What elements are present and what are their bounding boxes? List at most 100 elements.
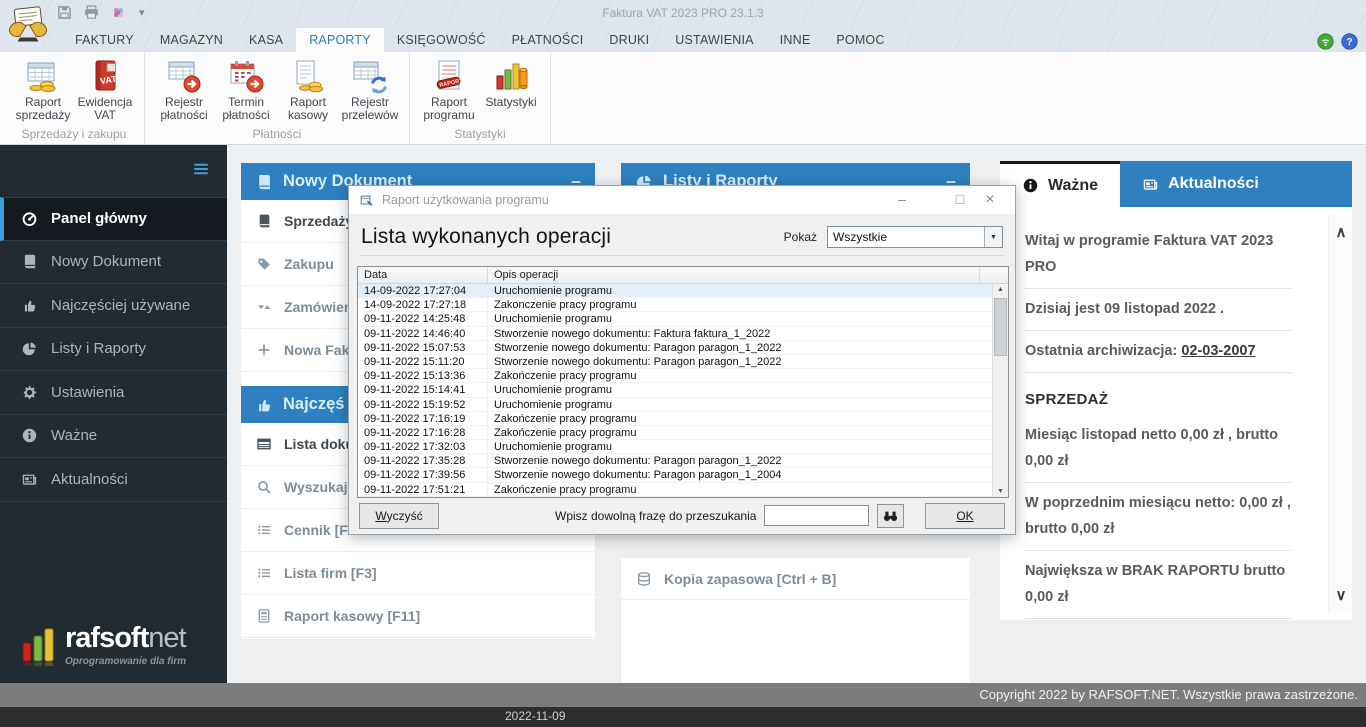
show-label: Pokaż [784,230,817,244]
ribbon-rejestr-przelewow[interactable]: Rejestr przelewów [339,56,401,126]
tab-faktury[interactable]: FAKTURY [62,28,147,52]
tab-kasa[interactable]: KASA [236,28,296,52]
scroll-up-icon[interactable]: ▲ [993,286,1008,293]
book-icon [255,173,273,191]
sidebar-item-wazne[interactable]: Ważne [0,415,227,459]
list-icon [256,522,272,538]
ribbon-statystyki[interactable]: Statystyki [480,56,542,126]
calendar-arrow-icon [227,58,265,94]
table-row[interactable]: 09-11-2022 15:07:53Stworzenie nowego dok… [358,341,992,355]
ribbon-termin-platnosci[interactable]: Termin płatności [215,56,277,126]
dropdown-arrow-icon[interactable]: ▼ [984,227,1002,247]
sidebar-item-nowy-dokument[interactable]: Nowy Dokument [0,241,227,285]
scroll-down-icon[interactable]: ∨ [1329,586,1352,604]
dialog-title: Raport użytkowania programu [382,193,549,207]
table-row[interactable]: 09-11-2022 15:14:41Uruchomienie programu [358,383,992,397]
app-logo-icon[interactable] [6,2,50,46]
dialog-raport-uzytkowania: Raport użytkowania programu – □ × Lista … [348,185,1016,535]
dialog-close-button[interactable]: × [975,191,1005,209]
tab-druki[interactable]: DRUKI [596,28,662,52]
welcome-message: Witaj w programie Faktura VAT 2023 PRO [1025,221,1292,289]
dialog-title-bar[interactable]: Raport użytkowania programu – □ × [349,186,1015,214]
sidebar-item-panel-glowny[interactable]: Panel główny [0,197,227,241]
bar-chart-icon [492,58,530,94]
tab-ustawienia[interactable]: USTAWIENIA [662,28,766,52]
sidebar-item-najczesciej-uzywane[interactable]: Najczęściej używane [0,284,227,328]
ribbon-raport-programu[interactable]: Raport programu [418,56,480,126]
ribbon-rejestr-platnosci[interactable]: Rejestr płatności [153,56,215,126]
table-row[interactable]: 09-11-2022 14:25:48Uruchomienie programu [358,312,992,326]
ribbon-group-label: Płatności [153,126,401,144]
table-row[interactable]: 09-11-2022 15:19:52Uruchomienie programu [358,398,992,412]
search-input[interactable] [764,505,869,526]
application-window: ▾ Faktura VAT 2023 PRO 23.1.3 FAKTURY MA… [0,0,1366,727]
panel-item-lista-firm[interactable]: Lista firm [F3] [241,552,595,595]
info-panel-scrollbar[interactable]: ∧ ∨ [1328,215,1352,612]
book-icon [21,253,38,270]
table-row[interactable]: 09-11-2022 17:51:21Zakończenie pracy pro… [358,483,992,497]
info-panel-tabs: Ważne Aktualności [1000,161,1352,207]
table-row[interactable]: 14-09-2022 17:27:18Zakonczenie pracy pro… [358,298,992,312]
sidebar-item-listy-i-raporty[interactable]: Listy i Raporty [0,328,227,372]
tab-ksiegowosc[interactable]: KSIĘGOWOŚĆ [384,28,499,52]
dialog-maximize-button[interactable]: □ [945,191,975,209]
info-panel-body: Witaj w programie Faktura VAT 2023 PRO D… [1000,207,1352,620]
show-filter-dropdown[interactable]: Wszystkie ▼ [827,226,1003,248]
dialog-minimize-button[interactable]: – [887,191,917,209]
vat-book-icon [86,58,124,94]
table-row[interactable]: 09-11-2022 17:39:56Stworzenie nowego dok… [358,468,992,482]
tab-inne[interactable]: INNE [767,28,824,52]
archive-date-link[interactable]: 02-03-2007 [1181,343,1255,359]
logo-bars-icon [22,627,56,667]
scrollbar-thumb[interactable] [994,298,1007,356]
online-status-icon[interactable] [1317,33,1334,50]
sidebar-item-aktualnosci[interactable]: Aktualności [0,458,227,502]
ribbon-raport-kasowy[interactable]: Raport kasowy [277,56,339,126]
tab-pomoc[interactable]: POMOC [823,28,897,52]
ribbon-group-label: Statystyki [418,126,542,144]
help-icon[interactable] [1341,33,1358,50]
table-row[interactable]: 09-11-2022 15:13:36Zakończenie pracy pro… [358,369,992,383]
table-scrollbar[interactable]: ▲ ▼ [992,284,1008,497]
table-row[interactable]: 09-11-2022 14:46:40Stworzenie nowego dok… [358,327,992,341]
scroll-down-icon[interactable]: ▼ [993,488,1008,495]
ribbon-ewidencja-vat[interactable]: Ewidencja VAT [74,56,136,126]
menu-tab-bar: FAKTURY MAGAZYN KASA RAPORTY KSIĘGOWOŚĆ … [0,28,1366,52]
pie-chart-icon [21,340,38,357]
report-document-icon [430,58,468,94]
table-row[interactable]: 09-11-2022 17:16:19Zakończenie pracy pro… [358,412,992,426]
panel-item-raport-kasowy[interactable]: Raport kasowy [F11] [241,595,595,638]
sort-arrows-icon [256,299,272,315]
table-refresh-icon [351,58,389,94]
panel-item-kopia-zapasowa[interactable]: Kopia zapasowa [Ctrl + B] [621,557,970,600]
ribbon-group-sprzedazy: Raport sprzedaży Ewidencja VAT Sprzedaży… [0,52,145,144]
tab-wazne[interactable]: Ważne [1000,161,1120,207]
column-header-blank [980,267,1008,283]
scroll-up-icon[interactable]: ∧ [1329,223,1352,241]
dialog-document-icon [359,193,374,208]
find-button[interactable] [877,504,904,528]
sidebar-item-ustawienia[interactable]: Ustawienia [0,371,227,415]
hamburger-menu-icon[interactable] [191,160,211,178]
sales-heading: SPRZEDAŻ [1025,373,1292,415]
plus-icon [256,342,272,358]
clear-button[interactable]: Wyczyść [359,503,439,529]
table-row[interactable]: 14-09-2022 17:27:04Uruchomienie programu [358,284,992,298]
tab-aktualnosci[interactable]: Aktualności [1120,161,1352,207]
column-header-data[interactable]: Data [358,267,488,283]
ribbon-raport-sprzedazy[interactable]: Raport sprzedaży [12,56,74,126]
table-row[interactable]: 09-11-2022 17:35:28Stworzenie nowego dok… [358,454,992,468]
tab-raporty[interactable]: RAPORTY [296,28,384,52]
table-row[interactable]: 09-11-2022 17:32:03Uruchomienie programu [358,440,992,454]
table-row[interactable]: 09-11-2022 17:16:28Zakończenie pracy pro… [358,426,992,440]
newspaper-icon [1142,176,1159,193]
receivables-heading: NALEŻNOŚCI [1025,619,1292,620]
database-icon [636,571,652,587]
table-row[interactable]: 09-11-2022 15:11:20Stworzenie nowego dok… [358,355,992,369]
gears-icon [21,384,38,401]
tab-magazyn[interactable]: MAGAZYN [147,28,236,52]
ok-button[interactable]: OK [925,503,1005,529]
column-header-opis[interactable]: Opis operacji [488,267,980,283]
operations-table: Data Opis operacji 14-09-2022 17:27:04Ur… [357,266,1009,498]
tab-platnosci[interactable]: PŁATNOŚCI [499,28,597,52]
